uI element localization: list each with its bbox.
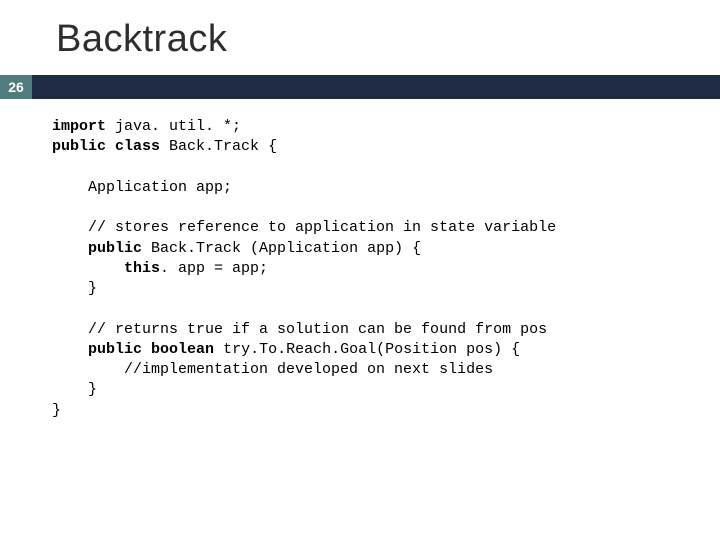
code-text: Application app; [52,179,232,196]
page-number: 26 [0,75,32,99]
code-text: } [52,280,97,297]
code-text [52,341,88,358]
kw-public: public [88,341,142,358]
code-text [106,138,115,155]
code-text [142,341,151,358]
slide-title: Backtrack [0,0,720,75]
code-comment: //implementation developed on next slide… [52,361,493,378]
code-text [52,260,124,277]
header-bar: 26 [0,75,720,99]
code-comment: // stores reference to application in st… [52,219,556,236]
kw-class: class [115,138,160,155]
code-text [52,240,88,257]
code-text: Back.Track { [160,138,277,155]
kw-public: public [88,240,142,257]
code-block: import java. util. *; public class Back.… [0,99,720,421]
code-text: } [52,381,97,398]
code-text: . app = app; [160,260,268,277]
kw-this: this [124,260,160,277]
code-text: try.To.Reach.Goal(Position pos) { [214,341,520,358]
code-text: } [52,402,61,419]
kw-boolean: boolean [151,341,214,358]
code-comment: // returns true if a solution can be fou… [52,321,547,338]
code-text: Back.Track (Application app) { [142,240,421,257]
kw-public: public [52,138,106,155]
code-text: java. util. *; [106,118,241,135]
kw-import: import [52,118,106,135]
